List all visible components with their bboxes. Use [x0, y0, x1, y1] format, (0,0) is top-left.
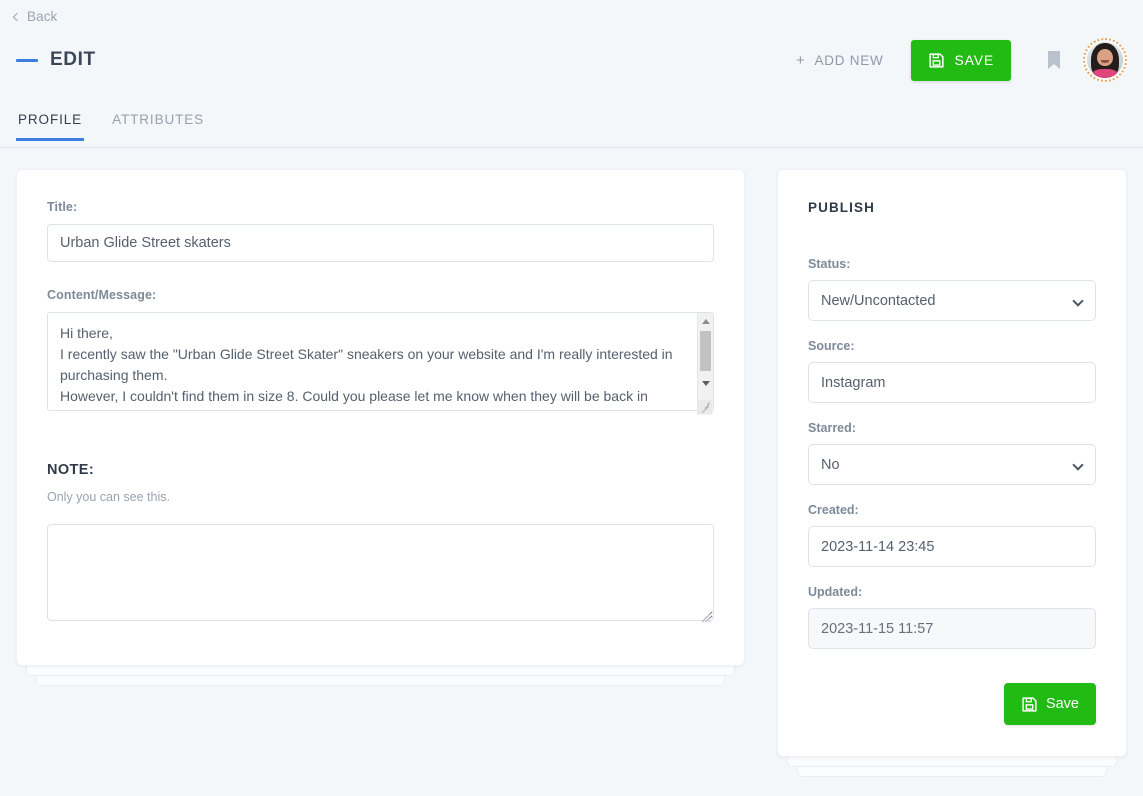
- source-label: Source:: [808, 339, 855, 353]
- scroll-down-arrow-icon[interactable]: [698, 375, 713, 391]
- card-stack-layer-1: [787, 757, 1117, 767]
- header-actions: + ADD NEW SAVE: [786, 38, 1143, 82]
- page-title-group: EDIT: [16, 49, 96, 71]
- content-textarea[interactable]: Hi there, I recently saw the "Urban Glid…: [47, 312, 714, 411]
- textarea-resize-handle-icon[interactable]: [698, 400, 712, 414]
- starred-label: Starred:: [808, 421, 856, 435]
- note-textarea[interactable]: [47, 524, 714, 621]
- floppy-disk-icon: [929, 52, 945, 68]
- card-stack-layer-1: [26, 666, 735, 676]
- scrollbar-thumb[interactable]: [700, 331, 711, 371]
- title-input[interactable]: [47, 224, 714, 262]
- content-scrollbar[interactable]: [697, 313, 713, 415]
- bookmark-icon[interactable]: [1047, 50, 1061, 70]
- content-textarea-wrap: Hi there, I recently saw the "Urban Glid…: [47, 312, 714, 416]
- add-new-label: ADD NEW: [814, 52, 884, 68]
- page-title: EDIT: [50, 49, 96, 70]
- starred-select[interactable]: No: [808, 444, 1096, 485]
- status-field: Status: New/Uncontacted: [808, 257, 1096, 321]
- tab-bar: PROFILE ATTRIBUTES: [0, 108, 1143, 148]
- note-subtext: Only you can see this.: [47, 490, 170, 504]
- card-stack-layer-2: [797, 767, 1107, 777]
- publish-heading: PUBLISH: [808, 200, 875, 215]
- publish-card-body: PUBLISH Status: New/Uncontacted Source: …: [778, 170, 1126, 755]
- created-label: Created:: [808, 503, 859, 517]
- title-accent-dash: [16, 58, 38, 62]
- chevron-left-icon: [12, 12, 22, 21]
- card-stack-layer-2: [36, 676, 725, 686]
- tab-attributes[interactable]: ATTRIBUTES: [110, 108, 206, 140]
- note-textarea-wrap: [47, 524, 714, 626]
- status-label: Status:: [808, 257, 851, 271]
- source-field: Source:: [808, 339, 1096, 403]
- tab-profile[interactable]: PROFILE: [16, 108, 85, 141]
- starred-field: Starred: No: [808, 421, 1096, 485]
- status-select[interactable]: New/Uncontacted: [808, 280, 1096, 321]
- save-button-sidebar-label: Save: [1045, 696, 1079, 712]
- page-header: EDIT + ADD NEW SAVE: [0, 38, 1143, 82]
- profile-card: Title: Content/Message: Hi there, I rece…: [16, 169, 745, 666]
- publish-card-stack: PUBLISH Status: New/Uncontacted Source: …: [777, 169, 1127, 777]
- profile-card-body: Title: Content/Message: Hi there, I rece…: [17, 170, 744, 656]
- updated-label: Updated:: [808, 585, 863, 599]
- save-button-top-label: SAVE: [954, 52, 994, 68]
- floppy-disk-icon: [1022, 696, 1037, 712]
- created-field: Created:: [808, 503, 1096, 567]
- publish-card: PUBLISH Status: New/Uncontacted Source: …: [777, 169, 1127, 757]
- add-new-button[interactable]: + ADD NEW: [786, 47, 894, 74]
- updated-field: Updated:: [808, 585, 1096, 649]
- save-button-top[interactable]: SAVE: [911, 39, 1011, 81]
- profile-card-stack: Title: Content/Message: Hi there, I rece…: [16, 169, 745, 686]
- save-button-sidebar[interactable]: Save: [1003, 683, 1096, 725]
- created-input[interactable]: [808, 526, 1096, 567]
- back-link[interactable]: Back: [12, 9, 58, 24]
- publish-save-row: Save: [808, 683, 1096, 725]
- avatar[interactable]: [1083, 38, 1127, 82]
- updated-input: [808, 608, 1096, 649]
- plus-icon: +: [795, 51, 806, 69]
- title-field-label: Title:: [47, 200, 78, 214]
- back-label: Back: [27, 9, 58, 24]
- note-heading: NOTE:: [47, 462, 95, 478]
- content-field-label: Content/Message:: [47, 288, 157, 302]
- source-input[interactable]: [808, 362, 1096, 403]
- scroll-up-arrow-icon[interactable]: [698, 313, 713, 329]
- avatar-photo: [1087, 42, 1123, 78]
